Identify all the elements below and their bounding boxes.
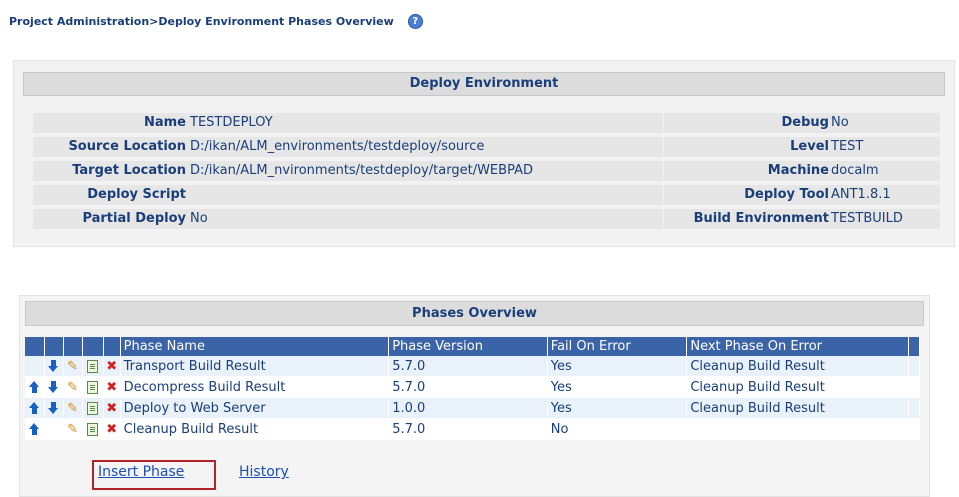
phase-version: 5.7.0 <box>388 418 548 440</box>
edit-icon[interactable]: ✎ <box>67 422 78 437</box>
delete-icon[interactable]: ✖ <box>106 401 117 416</box>
history-link[interactable]: History <box>239 464 289 480</box>
phase-version: 1.0.0 <box>388 397 548 419</box>
copy-icon[interactable] <box>87 401 99 415</box>
phases-header-row: Phase Name Phase Version Fail On Error N… <box>25 337 920 356</box>
column-phase-version[interactable]: Phase Version <box>388 337 548 356</box>
move-down-icon[interactable] <box>48 381 59 393</box>
env-row-partial-deploy: Partial Deploy No <box>33 209 663 229</box>
column-spacer <box>908 337 920 356</box>
edit-icon[interactable]: ✎ <box>67 401 78 416</box>
env-row-deploy-tool: Deploy Tool ANT1.8.1 <box>664 185 940 205</box>
move-down-icon[interactable] <box>48 360 59 372</box>
env-value: No <box>831 115 849 130</box>
env-row-target-location: Target Location D:/ikan/ALM_nvironments/… <box>33 161 663 181</box>
env-row-build-environment: Build Environment TESTBUILD <box>664 209 940 229</box>
env-value: TESTDEPLOY <box>190 115 273 130</box>
env-label: Machine <box>767 163 829 178</box>
delete-icon[interactable]: ✖ <box>106 422 117 437</box>
move-up-column <box>25 337 45 356</box>
phases-overview-header: Phases Overview <box>25 301 924 326</box>
insert-phase-link[interactable]: Insert Phase <box>98 464 184 480</box>
env-row-debug: Debug No <box>664 113 940 133</box>
env-row-level: Level TEST <box>664 137 940 157</box>
delete-icon[interactable]: ✖ <box>106 359 117 374</box>
env-row-name: Name TESTDEPLOY <box>33 113 663 133</box>
phase-actions: Insert Phase History <box>20 460 929 490</box>
env-label: Name <box>143 115 186 130</box>
copy-icon[interactable] <box>87 422 99 436</box>
deploy-environment-header: Deploy Environment <box>23 72 945 96</box>
env-row-deploy-script: Deploy Script <box>33 185 663 205</box>
env-value: ANT1.8.1 <box>831 187 891 202</box>
move-up-icon[interactable] <box>28 381 40 393</box>
column-fail-on-error[interactable]: Fail On Error <box>547 337 688 356</box>
delete-column <box>103 337 121 356</box>
deploy-environment-panel: Deploy Environment Name TESTDEPLOY Sourc… <box>13 60 955 247</box>
move-up-icon[interactable] <box>28 423 40 435</box>
env-value: TEST <box>831 139 864 154</box>
env-label: Target Location <box>72 163 186 178</box>
move-down-column <box>44 337 64 356</box>
env-row-machine: Machine docalm <box>664 161 940 181</box>
phase-version: 5.7.0 <box>388 376 548 398</box>
env-label: Build Environment <box>693 211 829 226</box>
env-value: TESTBUILD <box>831 211 903 226</box>
next-phase-on-error: Cleanup Build Result <box>686 356 910 377</box>
column-phase-name[interactable]: Phase Name <box>120 337 390 356</box>
move-down-icon[interactable] <box>48 402 59 414</box>
fail-on-error: Yes <box>547 376 688 398</box>
table-row: ✎ ✖ Decompress Build Result 5.7.0 Yes Cl… <box>25 376 920 398</box>
env-value: No <box>190 211 208 226</box>
phase-name: Transport Build Result <box>120 356 390 377</box>
env-value: docalm <box>831 163 879 178</box>
phase-name: Decompress Build Result <box>120 376 390 398</box>
env-value: D:/ikan/ALM_nvironments/testdeploy/targe… <box>190 163 533 178</box>
copy-column <box>82 337 104 356</box>
env-label: Source Location <box>68 139 186 154</box>
env-label: Debug <box>781 115 829 130</box>
env-label: Deploy Tool <box>744 187 829 202</box>
breadcrumb-text: Project Administration>Deploy Environmen… <box>9 15 394 28</box>
env-label: Partial Deploy <box>82 211 186 226</box>
column-next-phase-on-error[interactable]: Next Phase On Error <box>686 337 910 356</box>
copy-icon[interactable] <box>87 380 99 394</box>
phases-overview-panel: Phases Overview Phase Name Phase Version… <box>19 295 930 497</box>
table-row: ✎ ✖ Transport Build Result 5.7.0 Yes Cle… <box>25 356 920 377</box>
env-value: D:/ikan/ALM_environments/testdeploy/sour… <box>190 139 485 154</box>
table-row: ✎ ✖ Cleanup Build Result 5.7.0 No <box>25 418 920 440</box>
copy-icon[interactable] <box>87 359 99 373</box>
help-icon[interactable]: ? <box>407 14 423 29</box>
table-row: ✎ ✖ Deploy to Web Server 1.0.0 Yes Clean… <box>25 397 920 419</box>
next-phase-on-error <box>686 418 910 440</box>
next-phase-on-error: Cleanup Build Result <box>686 397 910 419</box>
breadcrumb: Project Administration>Deploy Environmen… <box>9 14 423 29</box>
phases-table: Phase Name Phase Version Fail On Error N… <box>25 337 920 440</box>
move-up-icon[interactable] <box>28 402 40 414</box>
phase-name: Deploy to Web Server <box>120 397 390 419</box>
next-phase-on-error: Cleanup Build Result <box>686 376 910 398</box>
env-label: Level <box>790 139 829 154</box>
env-row-source-location: Source Location D:/ikan/ALM_environments… <box>33 137 663 157</box>
phase-name: Cleanup Build Result <box>120 418 390 440</box>
phase-version: 5.7.0 <box>388 356 548 377</box>
edit-icon[interactable]: ✎ <box>67 359 78 374</box>
edit-column <box>63 337 83 356</box>
env-label: Deploy Script <box>87 187 186 202</box>
delete-icon[interactable]: ✖ <box>106 380 117 395</box>
fail-on-error: Yes <box>547 356 688 377</box>
fail-on-error: No <box>547 418 688 440</box>
fail-on-error: Yes <box>547 397 688 419</box>
edit-icon[interactable]: ✎ <box>67 380 78 395</box>
